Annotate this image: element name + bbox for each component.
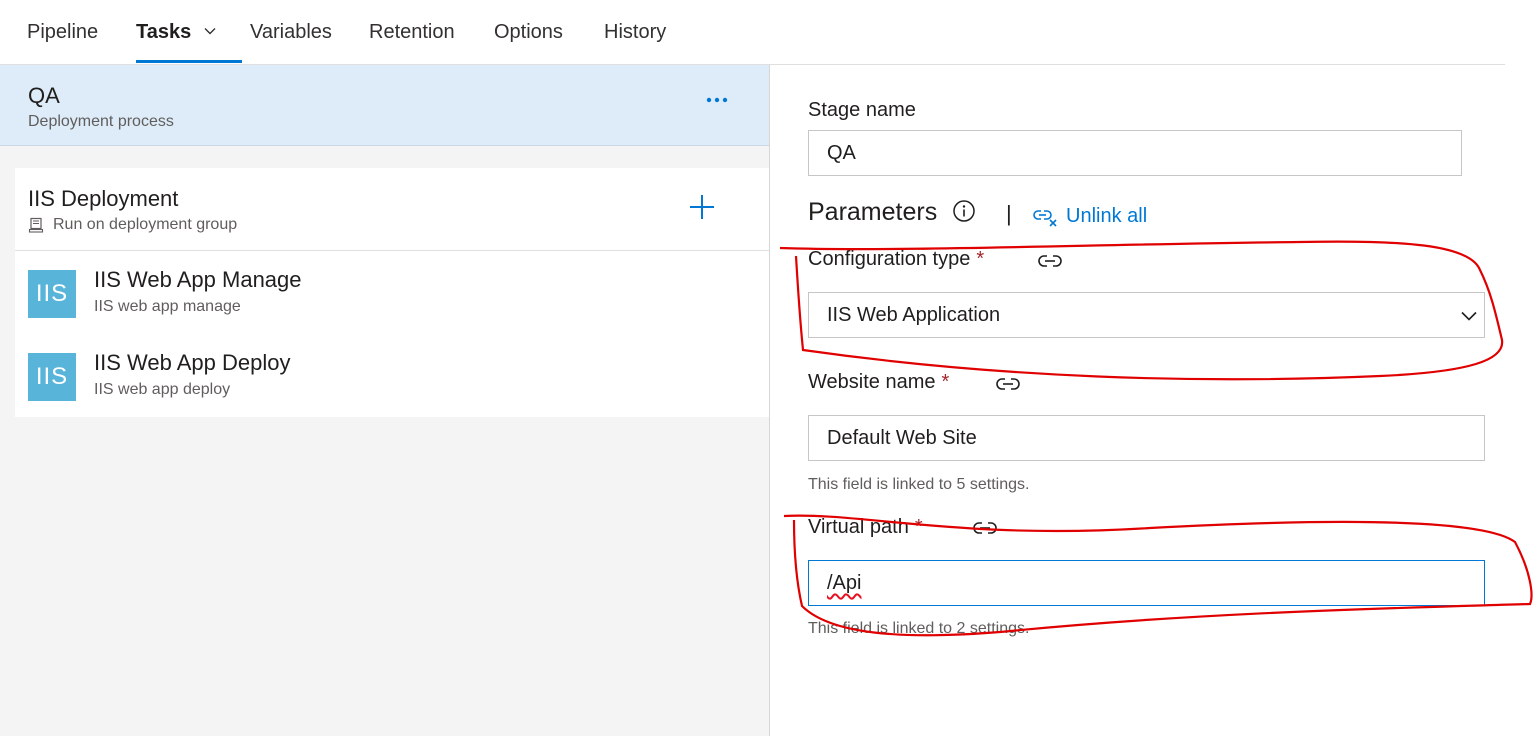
task-subtitle: IIS web app deploy — [94, 381, 231, 398]
parameters-heading: Parameters — [808, 198, 938, 226]
job-subtitle: Run on deployment group — [53, 216, 238, 233]
task-item-iis-web-app-manage[interactable]: IIS IIS Web App Manage IIS web app manag… — [15, 251, 769, 333]
chevron-down-icon — [1461, 311, 1477, 321]
process-panel: QA Deployment process IIS Deployment Run… — [0, 65, 770, 736]
configuration-type-value: IIS Web Application — [827, 304, 1001, 326]
configuration-type-label: Configuration type * — [808, 248, 985, 270]
stage-settings-panel: Stage name QA Parameters | Unlink all Co… — [770, 65, 1534, 736]
virtual-path-hint: This field is linked to 2 settings. — [808, 620, 1030, 637]
required-marker: * — [941, 371, 950, 393]
tab-pipeline[interactable]: Pipeline — [27, 21, 98, 44]
active-tab-indicator — [136, 60, 242, 63]
separator: | — [1006, 201, 1012, 226]
link-icon[interactable] — [972, 519, 998, 537]
more-options-icon[interactable] — [704, 93, 730, 107]
stage-name-label: Stage name — [808, 99, 916, 121]
stage-header[interactable]: QA Deployment process — [0, 65, 769, 146]
deployment-job: IIS Deployment Run on deployment group I… — [15, 168, 769, 417]
chevron-down-icon — [204, 27, 216, 35]
unlink-icon — [1033, 209, 1057, 227]
virtual-path-value: /Api — [827, 572, 862, 594]
unlink-all-button[interactable]: Unlink all — [1032, 205, 1147, 231]
unlink-all-label: Unlink all — [1066, 205, 1148, 227]
add-task-icon[interactable] — [689, 194, 715, 220]
required-marker: * — [914, 516, 923, 538]
tab-retention[interactable]: Retention — [369, 21, 455, 44]
task-title: IIS Web App Manage — [94, 267, 302, 292]
virtual-path-input[interactable]: /Api — [808, 560, 1485, 606]
stage-subtitle: Deployment process — [28, 113, 174, 130]
website-name-input[interactable]: Default Web Site — [808, 415, 1485, 461]
website-name-hint: This field is linked to 5 settings. — [808, 476, 1030, 493]
job-title: IIS Deployment — [28, 186, 179, 211]
tab-bar: Pipeline Tasks Variables Retention Optio… — [0, 0, 1505, 65]
server-icon — [28, 217, 44, 233]
link-icon[interactable] — [995, 375, 1021, 393]
stage-name-input[interactable]: QA — [808, 130, 1462, 176]
task-subtitle: IIS web app manage — [94, 298, 241, 315]
website-name-label: Website name * — [808, 371, 950, 393]
tab-variables[interactable]: Variables — [250, 21, 332, 44]
info-icon[interactable] — [952, 199, 976, 223]
required-marker: * — [976, 248, 985, 270]
iis-icon: IIS — [28, 270, 76, 318]
tab-history[interactable]: History — [604, 21, 666, 44]
job-header[interactable]: IIS Deployment Run on deployment group — [15, 168, 769, 250]
iis-icon: IIS — [28, 353, 76, 401]
tab-options[interactable]: Options — [494, 21, 563, 44]
configuration-type-dropdown[interactable]: IIS Web Application — [808, 292, 1485, 338]
stage-title: QA — [28, 83, 60, 108]
link-icon[interactable] — [1037, 252, 1063, 270]
tab-tasks[interactable]: Tasks — [136, 21, 217, 44]
tab-tasks-label: Tasks — [136, 21, 192, 43]
virtual-path-label: Virtual path * — [808, 516, 923, 538]
task-item-iis-web-app-deploy[interactable]: IIS IIS Web App Deploy IIS web app deplo… — [15, 334, 769, 416]
task-title: IIS Web App Deploy — [94, 350, 291, 375]
